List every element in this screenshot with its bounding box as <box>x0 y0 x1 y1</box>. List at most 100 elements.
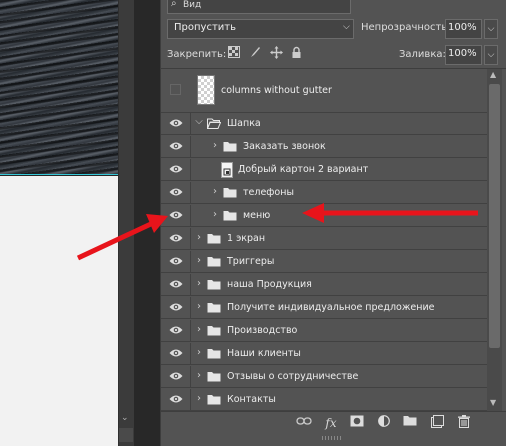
layer-row[interactable]: › меню <box>161 205 487 227</box>
layer-name: Заказать звонок <box>243 141 326 152</box>
layer-list: columns without gutter ⌵ Шапка › Заказать з… <box>161 69 487 411</box>
folder-icon <box>207 348 221 359</box>
folder-icon <box>207 394 221 405</box>
visibility-toggle[interactable] <box>161 228 191 249</box>
visibility-toggle[interactable] <box>161 251 191 272</box>
layer-name: меню <box>243 210 271 221</box>
layer-row[interactable]: Добрый картон 2 вариант <box>161 159 487 181</box>
opacity-dropdown-button[interactable]: ⌵ <box>484 19 498 39</box>
layer-name: телефоны <box>243 187 294 198</box>
layer-style-fx-icon[interactable]: fx <box>323 415 339 431</box>
layer-name: 1 экран <box>227 233 266 244</box>
chevron-right-icon[interactable]: › <box>195 324 203 335</box>
layer-name: Триггеры <box>227 256 275 267</box>
canvas-white-area <box>0 176 118 446</box>
blend-mode-value: Пропустить <box>174 22 236 33</box>
chevron-down-icon: ⌵ <box>343 22 350 32</box>
fill-label: Заливка: <box>399 49 446 60</box>
opacity-value: 100% <box>448 22 477 33</box>
canvas-vertical-scrollbar[interactable] <box>118 0 134 446</box>
layer-name: Отзывы о сотрудничестве <box>227 371 359 382</box>
canvas-image-wood-texture <box>0 0 118 174</box>
scroll-down-icon[interactable]: ⌄ <box>121 413 129 423</box>
layer-row[interactable]: › Производство <box>161 320 487 342</box>
scroll-down-icon[interactable]: ▼ <box>490 398 496 407</box>
folder-icon <box>207 233 221 244</box>
visibility-toggle[interactable] <box>161 389 191 410</box>
layer-row[interactable]: › Наши клиенты <box>161 343 487 365</box>
layer-name: Наши клиенты <box>227 348 301 359</box>
new-layer-icon[interactable] <box>429 415 445 431</box>
chevron-right-icon[interactable]: › <box>195 301 203 312</box>
chevron-down-icon[interactable]: ⌵ <box>195 116 203 127</box>
new-group-icon[interactable] <box>402 415 418 431</box>
opacity-label: Непрозрачность: <box>361 22 451 33</box>
visibility-toggle[interactable] <box>161 297 191 318</box>
fill-value: 100% <box>448 48 477 59</box>
chevron-right-icon[interactable]: › <box>211 140 219 151</box>
layer-name: Получите индивидуальное предложение <box>227 302 435 313</box>
chevron-right-icon[interactable]: › <box>195 232 203 243</box>
scroll-up-icon[interactable]: ▲ <box>490 70 496 79</box>
chevron-right-icon[interactable]: › <box>211 209 219 220</box>
chevron-right-icon[interactable]: › <box>211 186 219 197</box>
folder-icon <box>207 256 221 267</box>
canvas-corner-box <box>119 428 133 442</box>
layer-row[interactable]: ⌵ Шапка <box>161 113 487 135</box>
scrollbar-thumb[interactable] <box>489 84 500 348</box>
layer-row[interactable]: columns without gutter <box>161 69 487 113</box>
search-icon: ⌕ <box>171 0 177 9</box>
folder-open-icon <box>206 118 222 129</box>
panel-resize-grip[interactable] <box>322 436 342 440</box>
folder-icon <box>223 141 237 152</box>
layer-row[interactable]: › Заказать звонок <box>161 136 487 158</box>
visibility-toggle[interactable] <box>161 366 191 387</box>
visibility-toggle[interactable] <box>161 136 191 157</box>
delete-layer-icon[interactable] <box>456 415 472 431</box>
folder-icon <box>223 210 237 221</box>
visibility-toggle[interactable] <box>161 320 191 341</box>
layer-row[interactable]: › Отзывы о сотрудничестве <box>161 366 487 388</box>
layer-row[interactable]: › телефоны <box>161 182 487 204</box>
layer-name: наша Продукция <box>227 279 312 290</box>
lock-all-icon[interactable] <box>289 46 303 60</box>
layer-row[interactable]: › Триггеры <box>161 251 487 273</box>
chevron-right-icon[interactable]: › <box>195 370 203 381</box>
visibility-toggle[interactable] <box>161 205 191 226</box>
chevron-right-icon[interactable]: › <box>195 347 203 358</box>
layer-thumbnail <box>197 75 215 105</box>
chevron-right-icon[interactable]: › <box>195 255 203 266</box>
lock-position-icon[interactable] <box>269 46 283 60</box>
layer-name: Контакты <box>227 394 276 405</box>
visibility-toggle[interactable] <box>161 159 191 180</box>
layer-name: Производство <box>227 325 298 336</box>
layer-row[interactable]: › Контакты <box>161 389 487 411</box>
layer-name: columns without gutter <box>221 85 332 96</box>
canvas-guide-line <box>0 174 118 175</box>
visibility-toggle[interactable] <box>170 84 181 95</box>
lock-image-pixels-icon[interactable] <box>248 46 262 60</box>
add-mask-icon[interactable] <box>349 415 365 431</box>
folder-icon <box>207 371 221 382</box>
link-layers-icon[interactable] <box>296 415 312 431</box>
layer-row[interactable]: › Получите индивидуальное предложение <box>161 297 487 319</box>
visibility-toggle[interactable] <box>161 182 191 203</box>
lock-label: Закрепить: <box>167 49 227 60</box>
folder-icon <box>207 325 221 336</box>
layer-row[interactable]: › наша Продукция <box>161 274 487 296</box>
folder-icon <box>207 302 221 313</box>
layer-row[interactable]: › 1 экран <box>161 228 487 250</box>
visibility-toggle[interactable] <box>161 113 191 134</box>
smart-object-icon <box>221 162 233 178</box>
visibility-toggle[interactable] <box>161 274 191 295</box>
chevron-right-icon[interactable]: › <box>195 393 203 404</box>
folder-icon <box>207 279 221 290</box>
layer-name: Шапка <box>227 118 261 129</box>
fill-dropdown-button[interactable]: ⌵ <box>484 45 498 65</box>
layer-name: Добрый картон 2 вариант <box>238 164 369 175</box>
chevron-right-icon[interactable]: › <box>195 278 203 289</box>
adjustment-layer-icon[interactable] <box>376 415 392 431</box>
folder-icon <box>223 187 237 198</box>
visibility-toggle[interactable] <box>161 343 191 364</box>
lock-transparent-pixels-icon[interactable] <box>227 46 241 60</box>
